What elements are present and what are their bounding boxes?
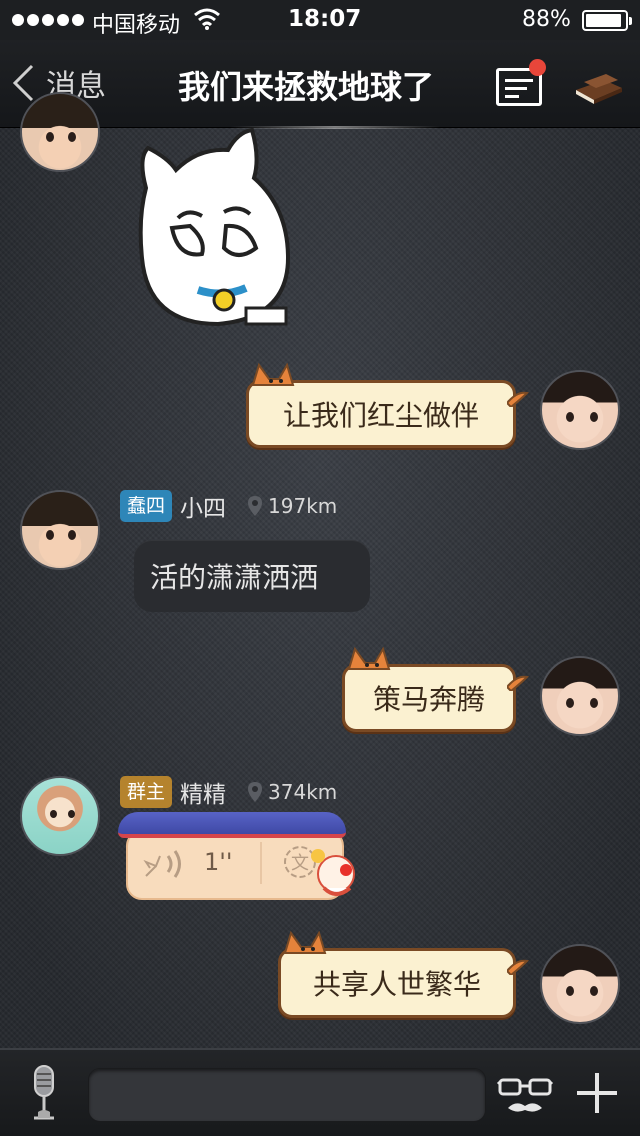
wifi-icon: [194, 8, 220, 30]
my-avatar[interactable]: [540, 370, 620, 450]
battery-percent: 88%: [522, 7, 571, 32]
sender-avatar[interactable]: [20, 776, 100, 856]
sender-info: 蠢四 小四 197km: [120, 490, 337, 522]
chat-title: 我们来拯救地球了: [178, 68, 435, 106]
message-text: 共享人世繁华: [312, 968, 481, 1001]
cat-sticker-image: [138, 128, 291, 326]
message-input[interactable]: [88, 1068, 486, 1122]
cat-ears-decoration: [283, 931, 327, 954]
divider: [260, 842, 262, 884]
voice-wave-icon: [143, 850, 181, 878]
sender-name[interactable]: 精精: [180, 775, 226, 809]
message-bubble-outgoing[interactable]: 共享人世繁华: [278, 931, 529, 1018]
location-pin-icon: [248, 496, 263, 516]
cat-ears-decoration: [347, 647, 391, 670]
chat-book-icon[interactable]: [574, 70, 624, 106]
sender-info: 群主 精精 374km: [120, 776, 337, 808]
wizard-hat-decoration: [118, 812, 346, 838]
cat-tail-decoration: [507, 959, 529, 975]
carrier-label: 中国移动: [92, 13, 181, 38]
location-pin-icon: [248, 782, 263, 802]
voice-message-bubble[interactable]: 1'' 文: [112, 812, 356, 912]
disguise-glasses-icon[interactable]: [496, 1074, 554, 1120]
member-rank-badge: 蠢四: [120, 490, 173, 522]
message-text: 让我们红尘做伴: [282, 399, 479, 432]
chat-screen: 中国移动 18:07 88% 消息 我们来拯救地球了 让我们红尘做伴 蠢四 小四…: [0, 0, 640, 1136]
back-chevron-icon: [12, 64, 34, 102]
message-bubble-outgoing[interactable]: 让我们红尘做伴: [246, 363, 529, 448]
my-avatar[interactable]: [540, 944, 620, 1024]
my-avatar[interactable]: [540, 656, 620, 736]
status-bar: 中国移动 18:07 88%: [0, 0, 640, 40]
group-owner-badge: 群主: [120, 776, 173, 808]
clown-decoration: [311, 849, 355, 896]
distance-label: 197km: [268, 494, 338, 518]
message-text: 策马奔腾: [372, 683, 485, 716]
sender-avatar[interactable]: [20, 490, 100, 570]
sender-name[interactable]: 小四: [180, 489, 226, 523]
voice-duration: 1'': [204, 848, 233, 876]
translate-label: 文: [291, 853, 309, 874]
microphone-icon[interactable]: [24, 1064, 64, 1124]
group-notes-button[interactable]: [496, 59, 546, 106]
message-bubble-outgoing[interactable]: 策马奔腾: [342, 647, 529, 732]
cat-ears-decoration: [251, 363, 295, 386]
battery-icon: [582, 10, 632, 31]
notification-dot: [529, 59, 546, 76]
input-bar: [0, 1048, 640, 1136]
cat-tail-decoration: [507, 391, 529, 407]
sender-avatar[interactable]: [20, 92, 100, 172]
signal-strength-icon: [12, 14, 84, 26]
message-bubble-incoming[interactable]: 活的潇潇洒洒: [134, 540, 370, 612]
cat-tail-decoration: [507, 675, 529, 691]
distance-label: 374km: [268, 780, 338, 804]
clock: 18:07: [288, 6, 362, 32]
message-text: 活的潇潇洒洒: [150, 561, 319, 594]
plus-icon[interactable]: [574, 1070, 620, 1116]
